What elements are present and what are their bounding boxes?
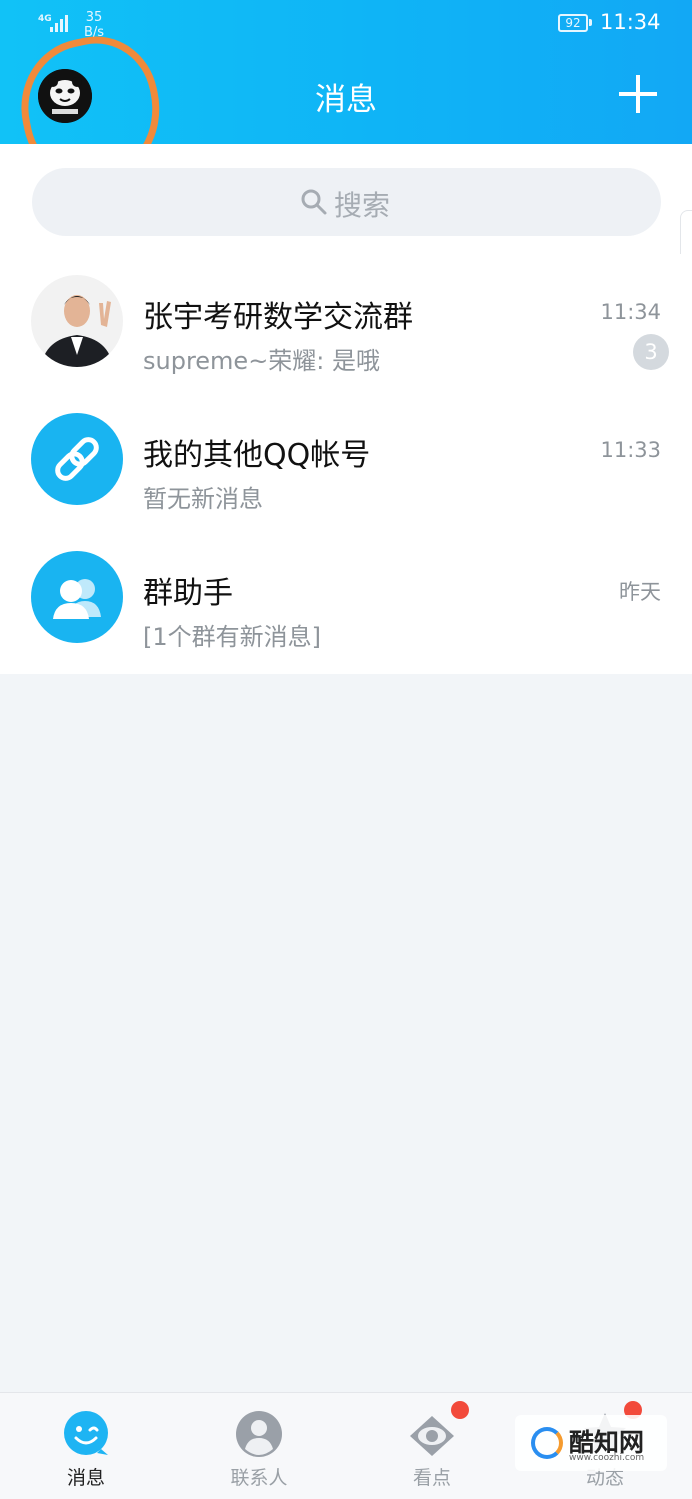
conversation-item[interactable]: 张宇考研数学交流群 supreme~荣耀: 是哦 11:34 3 [0, 254, 692, 392]
conversation-preview: supreme~荣耀: 是哦 [143, 347, 381, 375]
conversation-time: 昨天 [619, 580, 661, 604]
search-input[interactable]: 搜索 [32, 168, 661, 236]
notification-dot [451, 1401, 469, 1419]
tab-contacts[interactable]: 联系人 [199, 1393, 319, 1499]
conversation-time: 11:34 [600, 300, 661, 324]
search-icon [301, 189, 327, 215]
conversation-time: 11:33 [600, 438, 661, 462]
unread-badge: 3 [633, 334, 669, 370]
app-header: 4G 35 B/s 92 11:34 消息 [0, 0, 692, 197]
watermark-url: www.coozhi.com [569, 1453, 645, 1463]
conversation-preview: [1个群有新消息] [143, 623, 321, 651]
battery-tip [589, 19, 592, 26]
eye-icon [410, 1416, 454, 1456]
plus-icon[interactable] [614, 70, 662, 118]
group-assistant-icon [31, 551, 123, 643]
status-indicators: 4G 35 B/s [38, 10, 118, 40]
tab-label: 消息 [66, 1467, 105, 1489]
search-section: 搜索 [0, 144, 692, 254]
page-title: 消息 [315, 82, 377, 118]
watermark: 酷知网 www.coozhi.com [515, 1415, 667, 1471]
search-placeholder: 搜索 [334, 189, 391, 222]
conversation-title: 群助手 [143, 576, 233, 611]
tab-kandian[interactable]: 看点 [372, 1393, 492, 1499]
conversation-item[interactable]: 群助手 [1个群有新消息] 昨天 [0, 530, 692, 668]
signal-icon [50, 14, 72, 32]
conversation-list: 张宇考研数学交流群 supreme~荣耀: 是哦 11:34 3 我的其他QQ帐… [0, 254, 692, 674]
tab-messages[interactable]: 消息 [26, 1393, 146, 1499]
link-icon [31, 413, 123, 505]
group-photo-avatar [31, 275, 123, 367]
tab-label: 看点 [412, 1467, 451, 1489]
battery-icon: 92 [558, 14, 588, 32]
tab-label: 联系人 [230, 1467, 288, 1489]
conversation-title: 我的其他QQ帐号 [143, 438, 371, 473]
conversation-item[interactable]: 我的其他QQ帐号 暂无新消息 11:33 [0, 392, 692, 530]
messages-icon [64, 1411, 108, 1455]
contacts-icon [236, 1411, 282, 1457]
network-speed: 35 B/s [84, 10, 105, 40]
conversation-title: 张宇考研数学交流群 [143, 300, 413, 335]
conversation-preview: 暂无新消息 [143, 485, 263, 513]
watermark-logo-icon [531, 1427, 563, 1459]
status-time: 11:34 [600, 10, 661, 34]
